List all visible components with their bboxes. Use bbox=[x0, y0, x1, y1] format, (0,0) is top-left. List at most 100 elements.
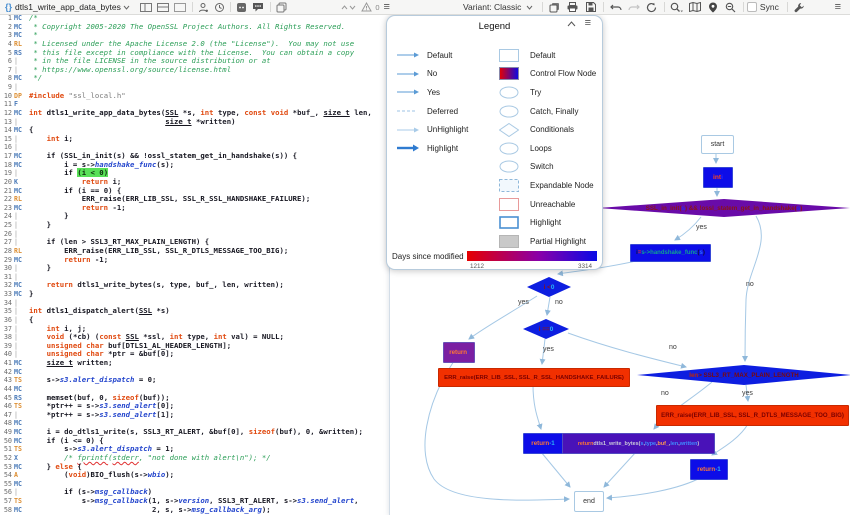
undo-icon[interactable] bbox=[609, 1, 622, 13]
function-selector[interactable]: dtls1_write_app_data_bytes bbox=[15, 2, 121, 12]
gradient-bar bbox=[466, 251, 597, 261]
legend-edge-item: UnHighlight bbox=[396, 120, 468, 139]
legend-node-item: Loops bbox=[499, 139, 596, 158]
graph-edge bbox=[603, 451, 637, 488]
code-line[interactable]: 32 MC return dtls1_write_bytes(s, type, b… bbox=[0, 281, 389, 290]
legend-node-item: Control Flow Node bbox=[499, 65, 596, 84]
copy-icon[interactable] bbox=[276, 1, 287, 13]
code-line[interactable]: 7 | * https://www.openssl.org/source/lice… bbox=[0, 65, 389, 75]
graph-toolbar: Variant: Classic Sync ≡ bbox=[393, 1, 850, 13]
sync-checkbox[interactable] bbox=[746, 2, 757, 12]
duplicate-icon[interactable] bbox=[548, 1, 561, 13]
legend-edge-item: Default bbox=[396, 46, 468, 65]
node-start[interactable]: start bbox=[701, 135, 734, 154]
node-int-decl[interactable]: int i bbox=[703, 167, 733, 188]
save-icon[interactable] bbox=[584, 1, 597, 13]
chevron-down-icon[interactable] bbox=[123, 1, 130, 13]
code-line[interactable]: 10 DP #include "ssl_local.h" bbox=[0, 91, 389, 101]
comment-icon[interactable] bbox=[252, 1, 264, 13]
node-err-raise-handshake-failure[interactable]: ERR_raise(ERR_LIB_SSL, SSL_R_SSL_HANDSHA… bbox=[438, 368, 630, 387]
sync-label: Sync bbox=[759, 2, 779, 12]
node-return-neg1-b[interactable]: return -1 bbox=[690, 459, 728, 480]
code-line[interactable]: 25 | } bbox=[0, 220, 389, 230]
toolbar: {} dtls1_write_app_data_bytes 0 ≡ Varian… bbox=[0, 0, 850, 15]
variant-selector[interactable]: Variant: Classic bbox=[463, 2, 521, 12]
legend-node-item: Catch, Finally bbox=[499, 102, 596, 121]
code-line[interactable]: 58 MC 2, s, s->msg_callback_arg); bbox=[0, 505, 389, 515]
print-icon[interactable] bbox=[566, 1, 579, 13]
warning-icon[interactable] bbox=[361, 1, 372, 13]
code-line[interactable]: 8 MC */ bbox=[0, 74, 389, 83]
node-return-write-bytes[interactable]: return dtls1_write_bytes(s, type, buf_, … bbox=[562, 433, 715, 454]
gradient-min: 1212 bbox=[470, 263, 485, 270]
node-err-raise-message-too-big[interactable]: ERR_raise(ERR_LIB_SSL, SSL_R_DTLS_MESSAG… bbox=[656, 405, 849, 426]
gradient-label: Days since modified bbox=[392, 251, 464, 261]
legend-node-item: Expandable Node bbox=[499, 176, 596, 195]
legend-edge-item: Deferred bbox=[397, 106, 459, 116]
code-line[interactable]: 30 | } bbox=[0, 263, 389, 273]
warning-count: 0 bbox=[375, 2, 380, 12]
code-line[interactable]: 29 MC return -1; bbox=[0, 255, 389, 265]
edge-label-yes: yes bbox=[518, 299, 529, 306]
node-handshake-func[interactable]: i = s->handshake_func(s) bbox=[630, 244, 711, 262]
code-editor[interactable]: 1 MC/* 2 MC * Copyright 2005-2020 The OpenS… bbox=[0, 14, 389, 515]
code-line[interactable]: 43 TS s->s3.alert_dispatch = 0; bbox=[0, 375, 389, 385]
edge-label-no: no bbox=[555, 299, 563, 306]
code-line[interactable]: 47 | *ptr++ = s->s3.send_alert[1]; bbox=[0, 410, 389, 420]
legend-menu-icon[interactable]: ≡ bbox=[585, 18, 591, 29]
graph-edge bbox=[540, 451, 571, 488]
legend-edge-item: Yes bbox=[396, 83, 468, 102]
edge-label-yes: yes bbox=[742, 390, 753, 397]
split-vertical-icon[interactable] bbox=[140, 1, 153, 13]
chevron-down-icon[interactable] bbox=[523, 1, 536, 13]
legend-panel: Legend ≡ Default No Yes Deferred UnHighlight… bbox=[386, 15, 603, 270]
edge-label-yes: yes bbox=[696, 224, 707, 231]
code-line[interactable]: 15 | int i; bbox=[0, 134, 389, 144]
collapse-down-icon[interactable] bbox=[349, 1, 356, 13]
graph-edge bbox=[742, 215, 762, 362]
node-return-i[interactable]: return i bbox=[443, 342, 475, 363]
menu-icon[interactable]: ≡ bbox=[835, 2, 841, 13]
user-icon[interactable] bbox=[198, 1, 209, 13]
code-lines: 1 MC/* 2 MC * Copyright 2005-2020 The OpenS… bbox=[0, 14, 389, 514]
menu-icon[interactable]: ≡ bbox=[384, 2, 390, 13]
braces-icon: {} bbox=[5, 2, 13, 12]
location-pin-icon[interactable] bbox=[706, 1, 719, 13]
edge-label-no: no bbox=[746, 281, 754, 288]
legend-node-item: Try bbox=[499, 83, 596, 102]
legend-edge-items: Default No Yes Deferred UnHighlight Highlight bbox=[396, 46, 468, 158]
code-line[interactable]: 41 MC size_t written; bbox=[0, 358, 389, 368]
legend-edge-item: No bbox=[396, 65, 468, 84]
collapse-up-icon[interactable] bbox=[341, 1, 348, 13]
single-pane-icon[interactable] bbox=[174, 1, 187, 13]
commit-icon[interactable] bbox=[236, 1, 247, 13]
history-icon[interactable] bbox=[214, 1, 225, 13]
code-line[interactable]: 24 | } bbox=[0, 212, 389, 221]
legend-collapse-icon[interactable] bbox=[567, 21, 576, 27]
graph-edge bbox=[711, 423, 749, 456]
legend-node-item: Unreachable bbox=[499, 195, 596, 214]
redo-icon[interactable] bbox=[627, 1, 640, 13]
zoom-out-icon[interactable] bbox=[724, 1, 737, 13]
legend-node-item: Highlight bbox=[499, 213, 596, 232]
search-icon[interactable] bbox=[670, 1, 684, 13]
graph-edge bbox=[606, 476, 703, 501]
node-end[interactable]: end bbox=[574, 491, 604, 512]
legend-gradient: Days since modified bbox=[392, 251, 597, 261]
node-return-neg1-a[interactable]: return -1 bbox=[523, 433, 563, 454]
code-line[interactable]: 54 A (void)BIO_flush(s->wbio); bbox=[0, 470, 389, 480]
legend-node-items: Default Control Flow Node Try Catch, Finall… bbox=[499, 46, 596, 251]
code-line[interactable]: 13 | size_t *written) bbox=[0, 117, 389, 127]
graph-edge bbox=[532, 384, 543, 430]
split-horizontal-icon[interactable] bbox=[157, 1, 170, 13]
code-line[interactable]: 33 MC} bbox=[0, 289, 389, 299]
legend-node-item: Default bbox=[499, 46, 596, 65]
wrench-icon[interactable] bbox=[793, 1, 806, 13]
code-line[interactable]: 35 | int dtls1_dispatch_alert(SSL *s) bbox=[0, 306, 389, 316]
refresh-icon[interactable] bbox=[645, 1, 658, 13]
editor-toolbar: {} dtls1_write_app_data_bytes 0 ≡ bbox=[0, 1, 393, 13]
app-window: {} dtls1_write_app_data_bytes 0 ≡ Varian… bbox=[0, 0, 850, 515]
code-line[interactable]: 2 MC * Copyright 2005-2020 The OpenSSL Pr… bbox=[0, 22, 389, 32]
minimap-icon[interactable] bbox=[688, 1, 701, 13]
graph-edge bbox=[544, 296, 551, 316]
